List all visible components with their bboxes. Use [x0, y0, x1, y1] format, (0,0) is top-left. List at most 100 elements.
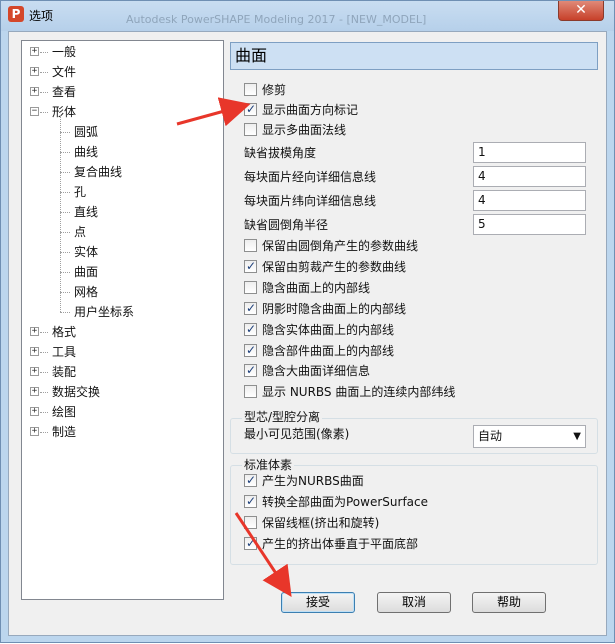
checkbox-label: 产生为NURBS曲面 — [262, 474, 364, 488]
tree-connector — [40, 332, 48, 333]
standard-primitives-group-title: 标准体素 — [242, 458, 295, 472]
title-bar[interactable]: P 选项 Autodesk PowerSHAPE Modeling 2017 -… — [1, 1, 614, 31]
tree-item-13[interactable]: 用户坐标系 — [74, 303, 134, 321]
tree-item-8[interactable]: 直线 — [74, 203, 98, 221]
tree-expander-icon[interactable]: + — [30, 407, 39, 416]
options-tree[interactable]: + 一般 + 文件 + 查看 − 形体圆弧曲线复合曲线孔直线点实体曲面网格用户坐标系 + 格式 + 工… — [21, 40, 224, 600]
min-visible-range-value: 自动 — [478, 429, 503, 443]
tree-item-5[interactable]: 曲线 — [74, 143, 98, 161]
tree-item-19[interactable]: 制造 — [52, 423, 76, 441]
checkbox[interactable] — [244, 321, 257, 337]
tree-item-16[interactable]: 装配 — [52, 363, 76, 381]
tree-connector — [60, 132, 70, 133]
checkbox-label: 显示 NURBS 曲面上的连续内部纬线 — [262, 385, 456, 399]
field-input-0[interactable]: 1 — [473, 142, 586, 163]
checkbox[interactable] — [244, 101, 257, 117]
tree-item-1[interactable]: 文件 — [52, 63, 76, 81]
checkbox[interactable] — [244, 300, 257, 316]
checkbox-label: 保留由圆倒角产生的参数曲线 — [262, 239, 419, 253]
tree-item-12[interactable]: 网格 — [74, 283, 98, 301]
field-label: 每块面片纬向详细信息线 — [244, 194, 377, 208]
field-input-3[interactable]: 5 — [473, 214, 586, 235]
min-visible-range-label: 最小可见范围(像素) — [244, 427, 350, 441]
help-button[interactable]: 帮助 — [472, 592, 546, 613]
tree-connector — [40, 352, 48, 353]
tree-expander-icon[interactable]: + — [30, 347, 39, 356]
checkbox[interactable] — [244, 472, 257, 488]
tree-item-label: 形体 — [52, 105, 77, 119]
tree-connector — [60, 272, 70, 273]
tree-item-label: 工具 — [52, 345, 77, 359]
checkbox[interactable] — [244, 281, 257, 294]
checkbox[interactable] — [244, 385, 257, 398]
tree-item-label: 数据交换 — [52, 385, 101, 399]
checkbox[interactable] — [244, 493, 257, 509]
accept-button[interactable]: 接受 — [281, 592, 355, 613]
tree-item-14[interactable]: 格式 — [52, 323, 76, 341]
powershape-app-icon: P — [8, 6, 24, 22]
checkbox[interactable] — [244, 516, 257, 529]
tree-item-label: 格式 — [52, 325, 77, 339]
tree-item-18[interactable]: 绘图 — [52, 403, 76, 421]
tree-connector — [60, 232, 70, 233]
tree-expander-icon[interactable]: + — [30, 47, 39, 56]
tree-item-label: 圆弧 — [74, 125, 99, 139]
tree-connector — [40, 112, 48, 113]
tree-item-3[interactable]: 形体 — [52, 103, 76, 121]
tree-item-label: 孔 — [74, 185, 87, 199]
tree-connector — [40, 372, 48, 373]
tree-item-label: 文件 — [52, 65, 77, 79]
tree-item-label: 绘图 — [52, 405, 77, 419]
close-button[interactable]: ✕ — [558, 1, 604, 21]
tree-expander-icon[interactable]: + — [30, 367, 39, 376]
tree-item-6[interactable]: 复合曲线 — [74, 163, 122, 181]
checkbox[interactable] — [244, 258, 257, 274]
tree-item-label: 点 — [74, 225, 87, 239]
tree-connector — [60, 172, 70, 173]
tree-expander-icon[interactable]: + — [30, 67, 39, 76]
tree-expander-icon[interactable]: + — [30, 427, 39, 436]
tree-connector — [40, 392, 48, 393]
cancel-button[interactable]: 取消 — [377, 592, 451, 613]
checkbox-label: 隐含部件曲面上的内部线 — [262, 344, 395, 358]
tree-expander-icon[interactable]: + — [30, 327, 39, 336]
tree-item-9[interactable]: 点 — [74, 223, 86, 241]
field-input-1[interactable]: 4 — [473, 166, 586, 187]
min-visible-range-select[interactable]: 自动 ▼ — [473, 425, 586, 448]
checkbox[interactable] — [244, 123, 257, 136]
tree-expander-icon[interactable]: + — [30, 387, 39, 396]
checkbox-label: 隐含实体曲面上的内部线 — [262, 323, 395, 337]
tree-expander-icon[interactable]: − — [30, 107, 39, 116]
checkbox[interactable] — [244, 239, 257, 252]
tree-item-label: 制造 — [52, 425, 77, 439]
tree-item-7[interactable]: 孔 — [74, 183, 86, 201]
tree-item-0[interactable]: 一般 — [52, 43, 76, 61]
tree-expander-icon[interactable]: + — [30, 87, 39, 96]
tree-item-4[interactable]: 圆弧 — [74, 123, 98, 141]
dialog-title: 选项 — [29, 9, 54, 23]
tree-connector — [60, 212, 70, 213]
tree-item-label: 一般 — [52, 45, 77, 59]
field-label: 每块面片经向详细信息线 — [244, 170, 377, 184]
field-label: 缺省圆倒角半径 — [244, 218, 329, 232]
tree-item-11[interactable]: 曲面 — [74, 263, 98, 281]
tree-item-15[interactable]: 工具 — [52, 343, 76, 361]
tree-connector — [60, 312, 70, 313]
checkbox-label: 转换全部曲面为PowerSurface — [262, 495, 428, 509]
checkbox-label: 显示曲面方向标记 — [262, 103, 359, 117]
tree-item-label: 实体 — [74, 245, 99, 259]
tree-item-2[interactable]: 查看 — [52, 83, 76, 101]
checkbox[interactable] — [244, 535, 257, 551]
tree-connector — [40, 432, 48, 433]
tree-item-10[interactable]: 实体 — [74, 243, 98, 261]
tree-connector — [60, 252, 70, 253]
field-input-2[interactable]: 4 — [473, 190, 586, 211]
tree-item-label: 直线 — [74, 205, 99, 219]
checkbox[interactable] — [244, 362, 257, 378]
tree-connector — [60, 292, 70, 293]
page-title: 曲面 — [230, 42, 598, 70]
tree-connector — [60, 152, 70, 153]
checkbox[interactable] — [244, 342, 257, 358]
checkbox[interactable] — [244, 83, 257, 96]
tree-item-17[interactable]: 数据交换 — [52, 383, 100, 401]
